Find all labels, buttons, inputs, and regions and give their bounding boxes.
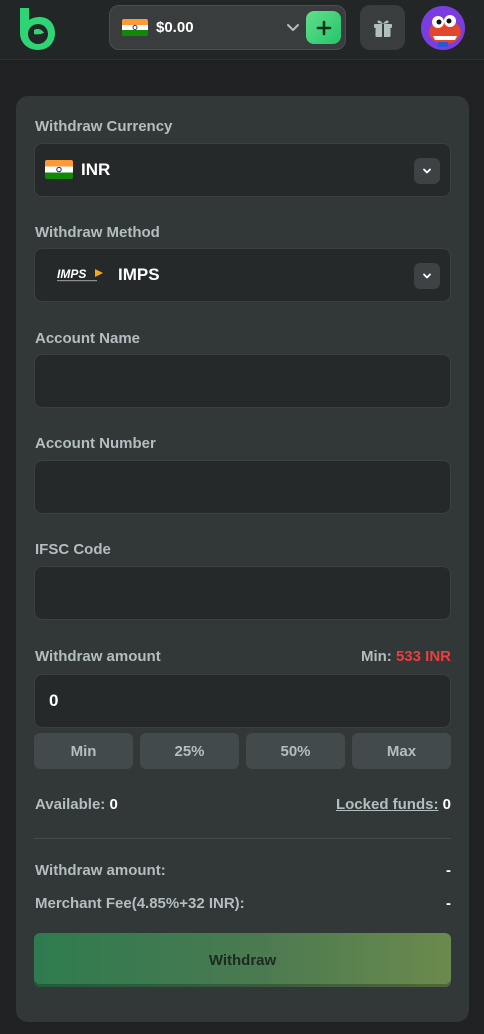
chevron-down-icon xyxy=(286,20,300,34)
min-label: Min: xyxy=(360,648,392,665)
locked-funds-link[interactable]: Locked funds: xyxy=(336,796,439,813)
min-button[interactable]: Min xyxy=(34,733,133,769)
balance-amount: $0.00 xyxy=(156,19,194,36)
chevron-down-icon[interactable] xyxy=(414,263,440,289)
gift-icon xyxy=(373,20,392,37)
svg-text:IMPS: IMPS xyxy=(57,267,86,281)
balance-selector[interactable]: $0.00 xyxy=(109,5,346,50)
summary-amount-value: - xyxy=(446,862,451,879)
withdraw-panel: Withdraw Currency INR Withdraw Method IM… xyxy=(16,96,469,1022)
currency-select[interactable]: INR xyxy=(34,143,451,197)
account-name-label: Account Name xyxy=(35,330,141,347)
locked-value: 0 xyxy=(442,796,451,813)
ifsc-label: IFSC Code xyxy=(35,541,111,558)
available-label: Available: xyxy=(35,796,106,813)
avatar[interactable] xyxy=(421,6,465,50)
amount-label: Withdraw amount xyxy=(35,648,161,665)
top-bar: $0.00 xyxy=(0,0,484,60)
available-value: 0 xyxy=(109,796,118,813)
quick-amount-buttons: Min 25% 50% Max xyxy=(34,733,451,769)
amount-value: 0 xyxy=(49,691,59,710)
locked-funds: Locked funds: 0 xyxy=(336,796,451,813)
merchant-fee-value: - xyxy=(446,895,451,912)
method-value: IMPS xyxy=(118,265,160,284)
method-select[interactable]: IMPS IMPS xyxy=(34,248,451,302)
method-label: Withdraw Method xyxy=(35,224,160,241)
currency-value: INR xyxy=(81,160,111,179)
max-button[interactable]: Max xyxy=(352,733,451,769)
bc-logo-icon[interactable] xyxy=(16,6,56,52)
account-number-label: Account Number xyxy=(35,435,156,452)
currency-label: Withdraw Currency xyxy=(35,118,173,135)
summary-amount-label: Withdraw amount: xyxy=(35,862,166,879)
gift-button[interactable] xyxy=(360,5,405,50)
50-percent-button[interactable]: 50% xyxy=(246,733,345,769)
25-percent-button[interactable]: 25% xyxy=(140,733,239,769)
chevron-down-icon[interactable] xyxy=(414,158,440,184)
divider xyxy=(34,838,451,839)
india-flag-icon xyxy=(122,19,148,36)
min-value: 533 INR xyxy=(395,648,451,665)
amount-input[interactable]: 0 xyxy=(34,674,451,728)
india-flag-icon xyxy=(45,160,73,179)
ifsc-input[interactable] xyxy=(34,566,451,620)
plus-icon xyxy=(316,20,331,35)
account-name-input[interactable] xyxy=(34,354,451,408)
withdraw-button[interactable]: Withdraw xyxy=(34,933,451,987)
deposit-button[interactable] xyxy=(306,11,341,44)
available-balance: Available: 0 xyxy=(35,796,118,813)
min-amount-info: Min: 533 INR xyxy=(361,648,451,665)
merchant-fee-label: Merchant Fee(4.85%+32 INR): xyxy=(35,895,245,912)
imps-logo-icon: IMPS xyxy=(57,265,105,285)
account-number-input[interactable] xyxy=(34,460,451,514)
